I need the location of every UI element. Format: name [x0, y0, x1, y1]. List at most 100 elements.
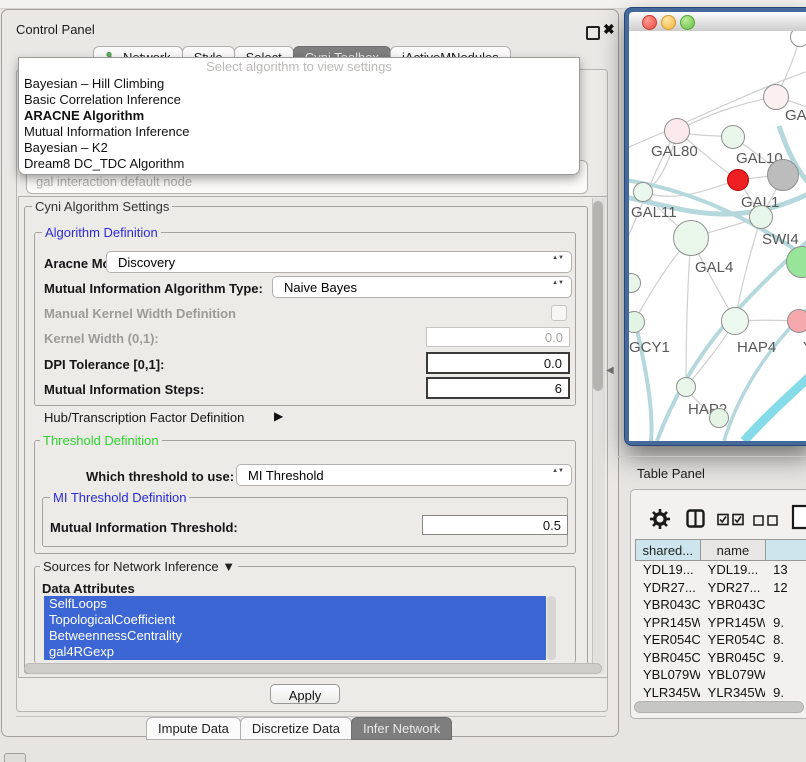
close-traffic-light[interactable]: [642, 15, 657, 30]
table-cell: YBR043C: [635, 596, 700, 614]
table-cell: YER054C: [700, 631, 765, 649]
node-label: SWI4: [762, 231, 799, 248]
node-hap4[interactable]: [721, 307, 749, 335]
tab-impute-data[interactable]: Impute Data: [146, 717, 241, 740]
node-swi4[interactable]: [749, 205, 773, 229]
node-label: GAL: [785, 107, 806, 124]
collapse-down-icon[interactable]: ▼: [222, 559, 235, 574]
zoom-traffic-light[interactable]: [680, 15, 695, 30]
table-panel-divider: [618, 456, 806, 457]
panel-collapse-arrow-icon[interactable]: ◀: [606, 365, 614, 376]
table-cell: YLR345W: [700, 684, 765, 702]
dropdown-item[interactable]: Mutual Information Inference: [19, 124, 579, 140]
table-cell: 13: [765, 561, 806, 579]
mi-type-combobox[interactable]: Naive Bayes ▲▼: [272, 276, 572, 298]
combo-spinner-icon: ▲▼: [552, 255, 564, 261]
aracne-mode-combobox[interactable]: Discovery ▲▼: [106, 251, 572, 273]
data-attribute-item[interactable]: BetweennessCentrality: [44, 628, 546, 644]
settings-hscrollbar[interactable]: [24, 663, 602, 674]
column-header[interactable]: name: [701, 539, 767, 561]
table-row[interactable]: YBL079WYBL079W: [635, 666, 806, 684]
dropdown-item[interactable]: Dream8 DC_TDC Algorithm: [19, 156, 579, 172]
node-label: GAL4: [695, 259, 733, 276]
data-attributes-label: Data Attributes: [42, 581, 135, 596]
mi-type-value: Naive Bayes: [284, 280, 357, 295]
table-row[interactable]: YLR345WYLR345W9.: [635, 684, 806, 702]
table-cell: 9.: [765, 649, 806, 667]
checked-boxes-icon[interactable]: [717, 513, 745, 526]
network-window-titlebar[interactable]: [629, 12, 806, 32]
table-cell: YDR27...: [635, 579, 700, 597]
manual-kernel-label: Manual Kernel Width Definition: [44, 306, 236, 321]
dropdown-item[interactable]: Bayesian – K2: [19, 140, 579, 156]
close-icon[interactable]: ✖: [603, 21, 615, 38]
node-hap2[interactable]: [676, 377, 696, 397]
table-cell: [765, 666, 806, 684]
tab-discretize-data[interactable]: Discretize Data: [240, 717, 352, 740]
table-row[interactable]: YDR27...YDR27...12: [635, 579, 806, 597]
node-gal1[interactable]: [727, 169, 749, 191]
network-canvas[interactable]: GALGAL80GAL10GAL1GAL11SWI4GAL4GCY1HAP4YH…: [629, 31, 806, 441]
dpi-tolerance-label: DPI Tolerance [0,1]:: [44, 357, 164, 372]
gear-icon[interactable]: [649, 508, 671, 530]
node[interactable]: [767, 159, 799, 191]
document-icon[interactable]: [791, 504, 806, 530]
table-cell: YDL19...: [635, 561, 700, 579]
control-panel-title: Control Panel: [16, 22, 95, 37]
unchecked-boxes-icon[interactable]: [753, 515, 779, 526]
table-hscrollbar-thumb[interactable]: [634, 701, 804, 713]
dpi-tolerance-field[interactable]: [426, 352, 570, 374]
which-threshold-combobox[interactable]: MI Threshold ▲▼: [236, 464, 572, 486]
table-cell: YLR345W: [635, 684, 700, 702]
column-header[interactable]: shared...: [635, 539, 701, 561]
table-cell: YER054C: [635, 631, 700, 649]
table-cell: 8.: [765, 631, 806, 649]
dropdown-item[interactable]: ARACNE Algorithm: [19, 108, 579, 124]
mi-threshold-label: Mutual Information Threshold:: [50, 520, 238, 535]
hub-definition-expander[interactable]: Hub/Transcription Factor Definition: [44, 410, 244, 425]
manual-kernel-checkbox[interactable]: [551, 305, 567, 321]
kernel-width-label: Kernel Width (0,1):: [44, 331, 159, 346]
table-row[interactable]: YER054CYER054C8.: [635, 631, 806, 649]
apply-button[interactable]: Apply: [270, 684, 340, 704]
node-gal10[interactable]: [721, 125, 745, 149]
node-label: HAP4: [737, 339, 776, 356]
table-cell: 9.: [765, 614, 806, 632]
table-cell: YBR045C: [700, 649, 765, 667]
node[interactable]: [709, 408, 729, 428]
node-gal4[interactable]: [673, 220, 709, 256]
cyni-algorithm-settings-title: Cyni Algorithm Settings: [32, 199, 172, 214]
dropdown-item[interactable]: Bayesian – Hill Climbing: [19, 76, 579, 92]
split-columns-icon[interactable]: [686, 509, 706, 529]
table-row[interactable]: YBR045CYBR045C9.: [635, 649, 806, 667]
data-attribute-item[interactable]: SelfLoops: [44, 596, 546, 612]
node-gal80[interactable]: [664, 118, 690, 144]
float-window-icon[interactable]: [586, 26, 600, 40]
table-row[interactable]: YPR145WYPR145W9.: [635, 614, 806, 632]
table-cell: YBR043C: [700, 596, 765, 614]
settings-vscrollbar-thumb[interactable]: [593, 201, 603, 391]
table-header-row: shared...name: [635, 539, 806, 561]
minimize-traffic-light[interactable]: [661, 15, 676, 30]
attributes-list-scrollbar[interactable]: [547, 596, 556, 660]
column-header[interactable]: [766, 539, 806, 561]
expand-right-icon[interactable]: ▶: [274, 409, 283, 423]
mi-steps-field[interactable]: [426, 377, 570, 399]
tab-infer-network[interactable]: Infer Network: [351, 717, 452, 740]
node-label: GAL80: [651, 143, 698, 160]
table-panel-title: Table Panel: [637, 466, 705, 481]
data-attribute-item[interactable]: gal4RGexp: [44, 644, 546, 660]
data-attribute-item[interactable]: TopologicalCoefficient: [44, 612, 546, 628]
combo-spinner-icon: ▲▼: [552, 468, 564, 474]
attribute-table: shared...name YDL19...YDL19...13YDR27...…: [635, 539, 806, 702]
mi-threshold-field[interactable]: [422, 515, 568, 535]
node-y[interactable]: [787, 309, 806, 333]
dropdown-item[interactable]: Basic Correlation Inference: [19, 92, 579, 108]
node-gal11[interactable]: [633, 182, 653, 202]
kernel-width-field[interactable]: [426, 327, 570, 347]
table-row[interactable]: YBR043CYBR043C: [635, 596, 806, 614]
table-cell: YPR145W: [635, 614, 700, 632]
table-row[interactable]: YDL19...YDL19...13: [635, 561, 806, 579]
bottom-left-partial-icon[interactable]: [4, 753, 26, 762]
table-cell: 12: [765, 579, 806, 597]
